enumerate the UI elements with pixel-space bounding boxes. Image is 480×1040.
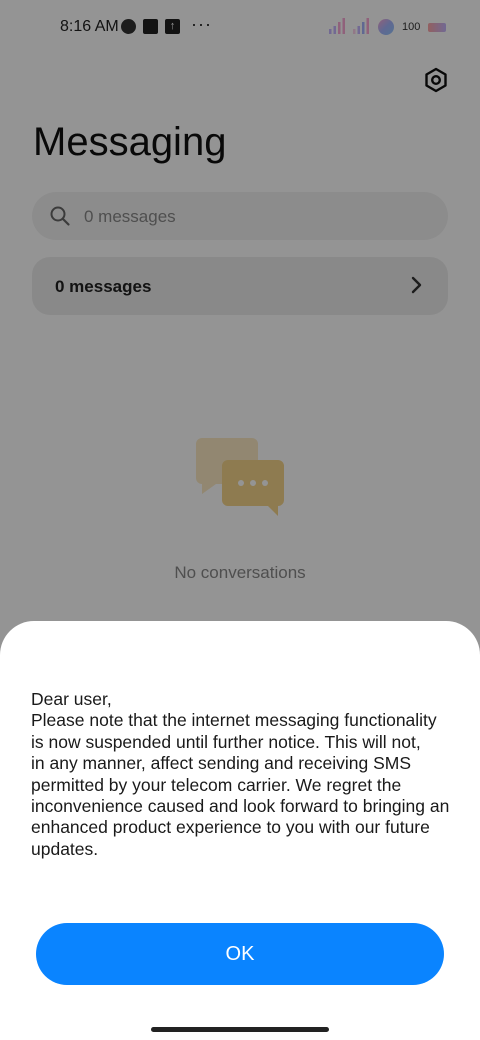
dialog-line: permitted by your telecom carrier. We re… [31, 774, 402, 795]
dialog-line: inconvenience caused and look forward to… [31, 796, 450, 817]
dialog-message: Dear user, Please note that the internet… [31, 689, 461, 860]
dialog-line: in any manner, affect sending and receiv… [31, 753, 412, 774]
ok-button[interactable]: OK [36, 923, 444, 985]
dialog-line: enhanced product experience to you with … [31, 817, 430, 838]
dialog-line: is now suspended until further notice. T… [31, 731, 421, 752]
ok-button-label: OK [225, 942, 255, 965]
home-indicator[interactable] [151, 1027, 329, 1032]
notice-dialog: Dear user, Please note that the internet… [0, 621, 480, 1040]
dialog-line: Please note that the internet messaging … [31, 710, 437, 731]
dialog-line: updates. [31, 838, 99, 859]
dialog-line: Dear user, [31, 689, 112, 709]
